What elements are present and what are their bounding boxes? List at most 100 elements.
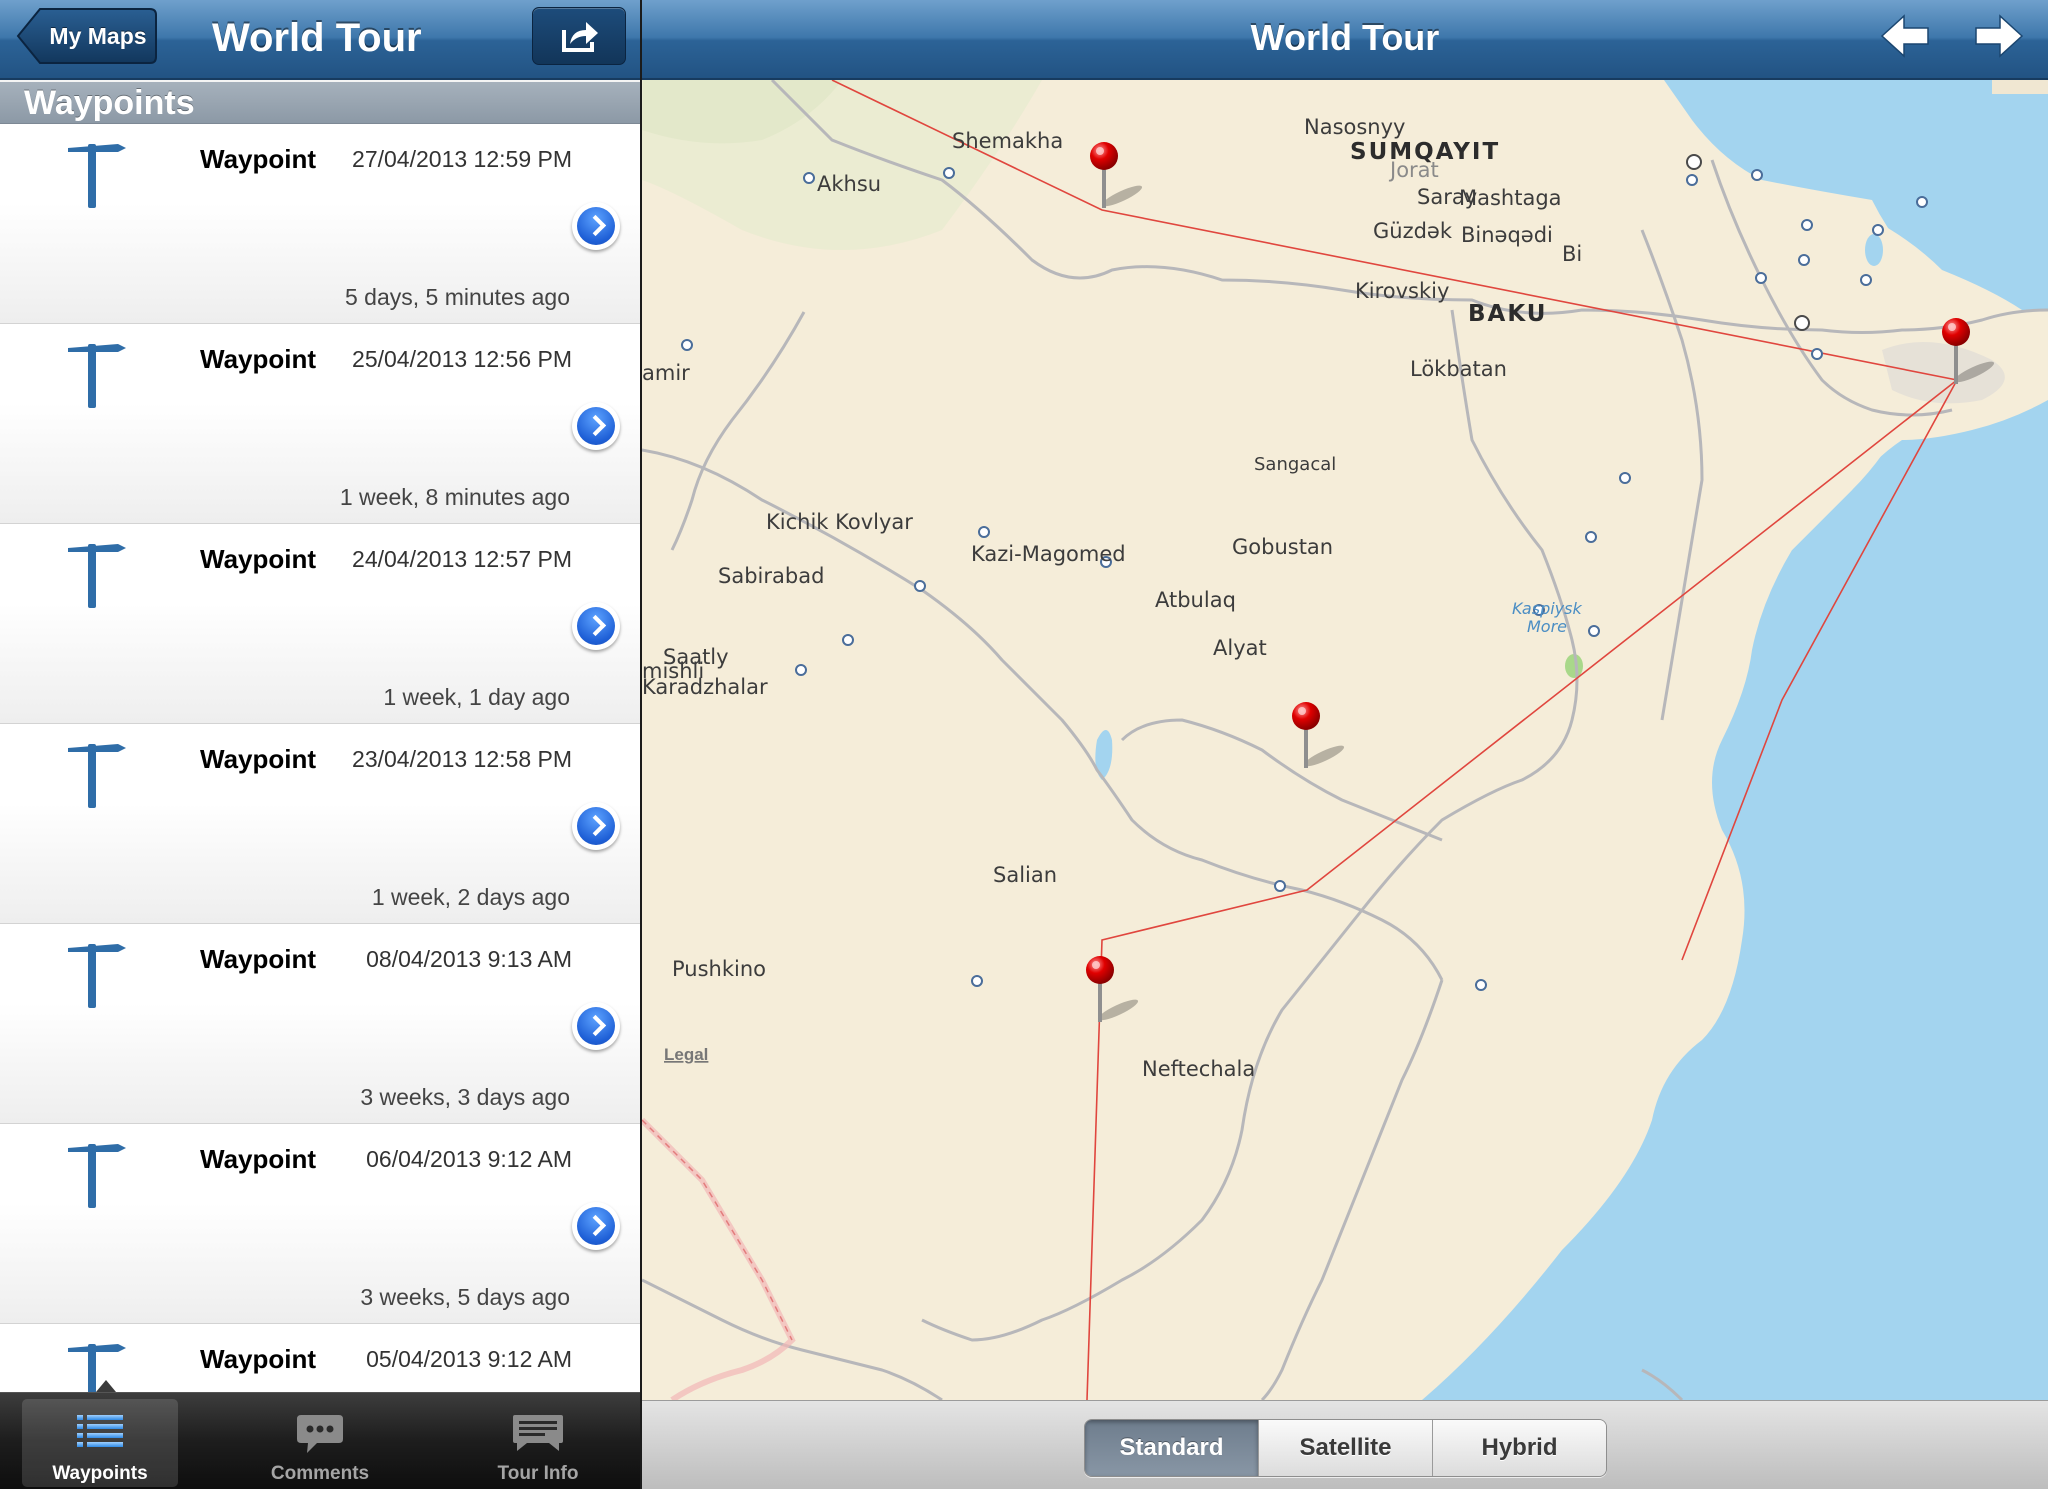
tab-waypoints-label: Waypoints bbox=[52, 1463, 148, 1484]
lake bbox=[1865, 234, 1883, 266]
back-button-label: My Maps bbox=[49, 23, 147, 49]
detail-disclosure-button[interactable] bbox=[572, 1202, 620, 1250]
place-label: Mashtaga bbox=[1459, 186, 1562, 210]
map-panel: World Tour Shemakha Akhsu amir Nasosnyy … bbox=[642, 0, 2048, 1489]
detail-disclosure-button[interactable] bbox=[572, 1002, 620, 1050]
tab-tour-info-label: Tour Info bbox=[497, 1463, 579, 1484]
map-view[interactable]: Shemakha Akhsu amir Nasosnyy SUMQAYIT Jo… bbox=[642, 80, 2048, 1400]
place-label: Jorat bbox=[1388, 158, 1439, 182]
waypoint-datetime: 24/04/2013 12:57 PM bbox=[352, 546, 572, 572]
waypoint-row[interactable]: Waypoint 08/04/2013 9:13 AM 3 weeks, 3 d… bbox=[0, 924, 640, 1124]
share-icon bbox=[562, 22, 598, 52]
waypoints-panel: My Maps World Tour Waypoints Waypoint 27… bbox=[0, 0, 640, 1489]
detail-disclosure-button[interactable] bbox=[572, 202, 620, 250]
tab-comments-label: Comments bbox=[270, 1463, 370, 1484]
place-label: Kirovskiy bbox=[1355, 279, 1449, 303]
city-marker-sumqayit bbox=[1686, 154, 1702, 170]
waypoint-datetime: 08/04/2013 9:13 AM bbox=[366, 946, 572, 972]
signpost-icon bbox=[68, 1144, 126, 1208]
waypoint-relative-time: 1 week, 1 day ago bbox=[383, 684, 570, 710]
city-label: BAKU bbox=[1468, 301, 1547, 327]
place-label: Atbulaq bbox=[1155, 588, 1236, 612]
sea-label: Kaspiysk bbox=[1512, 599, 1582, 618]
signpost-icon bbox=[68, 944, 126, 1008]
place-label: Sabirabad bbox=[718, 564, 824, 588]
right-navigation-bar: World Tour bbox=[642, 0, 2048, 80]
map-nav-title: World Tour bbox=[1250, 17, 1440, 58]
share-button[interactable] bbox=[532, 7, 626, 65]
signpost-icon bbox=[68, 144, 126, 208]
signpost-icon bbox=[68, 544, 126, 608]
waypoints-section-header: Waypoints bbox=[0, 82, 640, 124]
detail-disclosure-button[interactable] bbox=[572, 802, 620, 850]
place-label: Bi bbox=[1562, 242, 1582, 266]
active-tab-indicator bbox=[96, 1380, 116, 1392]
map-type-hybrid[interactable]: Hybrid bbox=[1433, 1420, 1606, 1476]
waypoint-row[interactable]: Waypoint 24/04/2013 12:57 PM 1 week, 1 d… bbox=[0, 524, 640, 724]
left-nav-title: World Tour bbox=[212, 16, 422, 60]
signpost-icon bbox=[68, 744, 126, 808]
waypoint-list[interactable]: Waypoint 27/04/2013 12:59 PM 5 days, 5 m… bbox=[0, 124, 640, 1392]
place-label: Akhsu bbox=[817, 172, 881, 196]
waypoint-row[interactable]: Waypoint 23/04/2013 12:58 PM 1 week, 2 d… bbox=[0, 724, 640, 924]
detail-disclosure-button[interactable] bbox=[572, 402, 620, 450]
waypoint-name: Waypoint bbox=[200, 144, 317, 174]
waypoint-relative-time: 5 days, 5 minutes ago bbox=[344, 284, 570, 310]
info-card-icon bbox=[513, 1415, 563, 1451]
waypoint-name: Waypoint bbox=[200, 1144, 317, 1174]
waypoint-datetime: 06/04/2013 9:12 AM bbox=[366, 1146, 572, 1172]
speech-bubble-icon bbox=[297, 1415, 343, 1453]
waypoint-datetime: 27/04/2013 12:59 PM bbox=[352, 146, 572, 172]
place-label: Kichik Kovlyar bbox=[766, 510, 913, 534]
waypoint-relative-time: 1 week, 8 minutes ago bbox=[339, 484, 570, 510]
waypoint-relative-time: 1 week, 2 days ago bbox=[371, 884, 570, 910]
lake bbox=[1935, 218, 1949, 242]
place-label: Neftechala bbox=[1142, 1057, 1255, 1081]
land-area bbox=[1992, 80, 2048, 94]
waypoint-name: Waypoint bbox=[200, 944, 317, 974]
place-label: Alyat bbox=[1213, 636, 1267, 660]
tab-tour-info[interactable]: Tour Info bbox=[460, 1399, 616, 1487]
sea-label: More bbox=[1527, 617, 1567, 636]
place-label: Güzdək bbox=[1373, 219, 1453, 243]
place-label: Pushkino bbox=[672, 957, 766, 981]
tab-bar: Waypoints Comments Tour Info bbox=[0, 1392, 640, 1489]
tab-waypoints[interactable]: Waypoints bbox=[22, 1399, 178, 1487]
waypoint-row[interactable]: Waypoint 27/04/2013 12:59 PM 5 days, 5 m… bbox=[0, 124, 640, 324]
map-type-satellite[interactable]: Satellite bbox=[1259, 1420, 1433, 1476]
place-label: Nasosnyy bbox=[1304, 115, 1405, 139]
waypoint-name: Waypoint bbox=[200, 344, 317, 374]
place-label: Lökbatan bbox=[1410, 357, 1507, 381]
place-label: Shemakha bbox=[952, 129, 1063, 153]
waypoint-row[interactable]: Waypoint 25/04/2013 12:56 PM 1 week, 8 m… bbox=[0, 324, 640, 524]
waypoint-name: Waypoint bbox=[200, 744, 317, 774]
detail-disclosure-button[interactable] bbox=[572, 602, 620, 650]
place-label: Binəqədi bbox=[1461, 223, 1553, 247]
waypoint-name: Waypoint bbox=[200, 544, 317, 574]
signpost-icon bbox=[68, 344, 126, 408]
waypoint-relative-time: 3 weeks, 5 days ago bbox=[360, 1284, 570, 1310]
place-label: Kazi-Magomed bbox=[971, 542, 1126, 566]
arrow-left-icon[interactable] bbox=[1880, 14, 1932, 58]
left-navigation-bar: My Maps World Tour bbox=[0, 0, 640, 80]
my-maps-back-button[interactable]: My Maps bbox=[16, 7, 158, 65]
tab-comments[interactable]: Comments bbox=[242, 1399, 398, 1487]
legal-link[interactable]: Legal bbox=[664, 1045, 708, 1064]
capital-marker-baku bbox=[1794, 315, 1810, 331]
place-label: Salian bbox=[993, 863, 1057, 887]
arrow-right-icon[interactable] bbox=[1972, 14, 2024, 58]
place-label: mishli bbox=[642, 659, 704, 683]
map-type-segmented-control: Standard Satellite Hybrid bbox=[1084, 1419, 1607, 1477]
list-icon bbox=[77, 1415, 123, 1447]
waypoint-datetime: 23/04/2013 12:58 PM bbox=[352, 746, 572, 772]
waypoint-name: Waypoint bbox=[200, 1344, 317, 1374]
waypoint-relative-time: 3 weeks, 3 days ago bbox=[360, 1084, 570, 1110]
place-label: Gobustan bbox=[1232, 535, 1333, 559]
waypoint-datetime: 05/04/2013 9:12 AM bbox=[366, 1346, 572, 1372]
waypoint-row[interactable]: Waypoint 06/04/2013 9:12 AM 3 weeks, 5 d… bbox=[0, 1124, 640, 1324]
waypoint-datetime: 25/04/2013 12:56 PM bbox=[352, 346, 572, 372]
place-label: amir bbox=[642, 361, 690, 385]
map-type-standard[interactable]: Standard bbox=[1085, 1420, 1259, 1476]
place-label: Sangacal bbox=[1254, 454, 1336, 475]
map-toolbar: Standard Satellite Hybrid bbox=[642, 1400, 2048, 1489]
